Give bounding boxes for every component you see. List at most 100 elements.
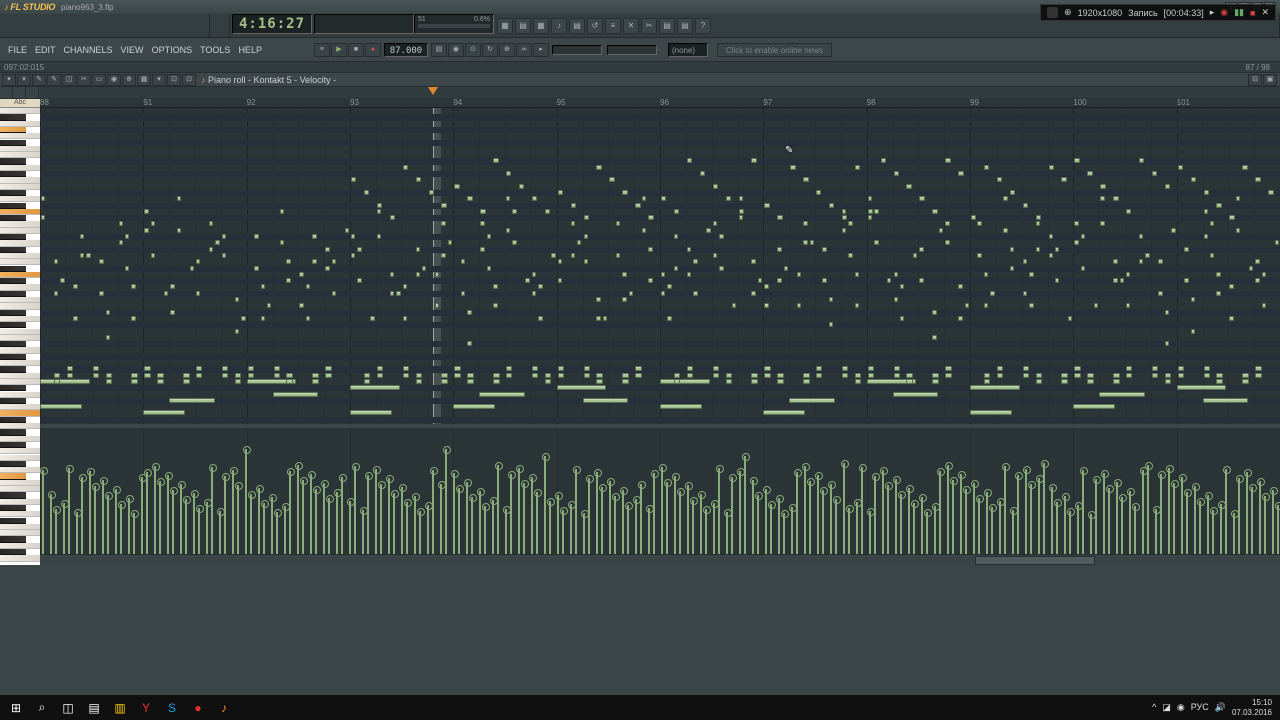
velocity-bar[interactable] [211,467,213,554]
midi-note[interactable] [453,404,495,409]
midi-note[interactable] [674,234,678,239]
midi-note[interactable] [235,373,241,378]
velocity-bar[interactable] [908,488,910,554]
velocity-bar[interactable] [1246,472,1248,554]
midi-note[interactable] [894,366,900,371]
midi-note[interactable] [584,234,588,239]
countdown-button[interactable]: ↻ [482,43,498,57]
velocity-bar[interactable] [224,476,226,554]
midi-note[interactable] [396,291,400,296]
velocity-bar[interactable] [549,501,551,554]
midi-note[interactable] [939,228,943,233]
midi-note[interactable] [99,259,103,264]
shortcut-icon-4[interactable]: ▤ [569,18,585,34]
velocity-bar[interactable] [614,496,616,554]
midi-note[interactable] [241,316,245,321]
velocity-bar[interactable] [362,510,364,554]
midi-note[interactable] [325,266,329,271]
midi-note[interactable] [1255,278,1259,283]
velocity-bar[interactable] [601,487,603,554]
velocity-bar[interactable] [263,503,265,554]
pr-tool-4[interactable]: ◫ [62,74,76,86]
midi-note[interactable] [190,266,194,271]
midi-note[interactable] [286,379,292,384]
midi-note[interactable] [40,379,90,384]
midi-note[interactable] [144,209,148,214]
midi-note[interactable] [713,184,718,189]
velocity-bar[interactable] [115,489,117,554]
velocity-bar[interactable] [1173,483,1175,554]
velocity-bar[interactable] [1025,469,1027,554]
midi-note[interactable] [1049,165,1054,170]
midi-note[interactable] [448,240,452,245]
midi-note[interactable] [99,291,103,296]
midi-note[interactable] [893,392,939,397]
velocity-bar[interactable] [492,500,494,554]
midi-note[interactable] [1074,221,1078,226]
shortcut-icon-2[interactable]: ▦ [533,18,549,34]
midi-note[interactable] [306,284,310,289]
midi-note[interactable] [764,366,770,371]
midi-note[interactable] [93,366,99,371]
loop-button[interactable]: ∞ [516,43,532,57]
midi-note[interactable] [119,240,123,245]
velocity-bar[interactable] [1233,513,1235,554]
midi-note[interactable] [1023,259,1027,264]
midi-note[interactable] [790,165,795,170]
midi-note[interactable] [1061,373,1067,378]
velocity-bar[interactable] [536,492,538,554]
midi-note[interactable] [874,240,878,245]
midi-note[interactable] [312,379,318,384]
midi-note[interactable] [1210,253,1214,258]
midi-note[interactable] [506,366,512,371]
velocity-bar[interactable] [1160,474,1162,554]
midi-note[interactable] [557,385,607,390]
midi-note[interactable] [222,253,226,258]
midi-note[interactable] [855,379,861,384]
record-button[interactable]: ● [365,43,381,57]
midi-note[interactable] [596,165,601,170]
midi-note[interactable] [848,221,852,226]
midi-note[interactable] [990,291,994,296]
shortcut-icon-6[interactable]: ≡ [605,18,621,34]
pr-tool-0[interactable]: ▾ [2,74,16,86]
taskbar-clock[interactable]: 15:10 07.03.2016 [1232,698,1276,718]
midi-note[interactable] [789,398,835,403]
midi-note[interactable] [441,221,445,226]
velocity-bar[interactable] [752,480,754,554]
midi-note[interactable] [829,297,833,302]
midi-note[interactable] [364,190,369,195]
velocity-bar[interactable] [141,477,143,554]
velocity-bar[interactable] [133,513,135,554]
tray-icon-0[interactable]: ^ [1152,702,1156,713]
midi-note[interactable] [506,228,510,233]
velocity-bar[interactable] [310,474,312,554]
velocity-bar[interactable] [159,481,161,554]
midi-note[interactable] [222,366,228,371]
midi-note[interactable] [532,196,537,201]
midi-note[interactable] [454,373,460,378]
midi-note[interactable] [829,322,833,327]
midi-note[interactable] [164,291,168,296]
midi-note[interactable] [350,410,392,415]
midi-note[interactable] [106,373,112,378]
midi-note[interactable] [131,284,135,289]
midi-note[interactable] [558,366,564,371]
midi-note[interactable] [622,272,626,277]
taskbar-item-3[interactable]: ▤ [82,696,106,720]
midi-note[interactable] [1126,373,1132,378]
midi-note[interactable] [932,310,936,315]
midi-note[interactable] [777,278,781,283]
midi-note[interactable] [667,284,671,289]
midi-note[interactable] [487,234,491,239]
midi-note[interactable] [86,253,90,258]
midi-note[interactable] [390,291,394,296]
midi-note[interactable] [1152,171,1157,176]
piano-key[interactable] [0,291,26,297]
midi-note[interactable] [480,209,485,214]
taskbar-item-6[interactable]: S [160,696,184,720]
midi-note[interactable] [467,196,472,201]
midi-note[interactable] [1184,278,1188,283]
velocity-bar[interactable] [960,474,962,554]
midi-note[interactable] [558,190,563,195]
